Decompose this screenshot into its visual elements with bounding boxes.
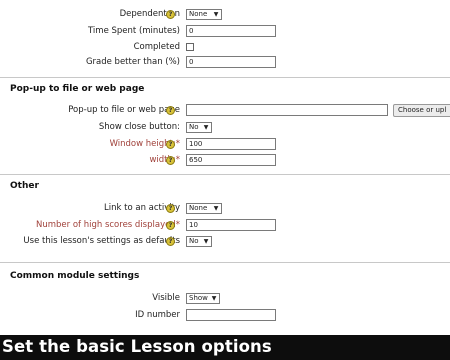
visible-value: Show	[189, 294, 208, 302]
chevron-down-icon: ▼	[213, 205, 219, 212]
use-defaults-row: Use this lesson's settings as defaults ?…	[0, 235, 450, 249]
high-scores-row: Number of high scores displayed* ? 10	[0, 219, 450, 233]
chevron-down-icon: ▼	[213, 11, 219, 18]
help-icon[interactable]: ?	[166, 140, 175, 149]
link-activity-row: Link to an activity ? None ▼	[0, 202, 450, 216]
use-defaults-label: Use this lesson's settings as defaults	[23, 236, 180, 246]
high-scores-input[interactable]: 10	[186, 219, 276, 231]
completed-checkbox[interactable]	[186, 43, 194, 51]
grade-better-than-row: Grade better than (%) 0	[0, 56, 450, 70]
show-close-select[interactable]: No ▼	[186, 122, 212, 133]
use-defaults-value: No	[189, 237, 199, 245]
visible-select[interactable]: Show ▼	[186, 293, 220, 304]
window-height-input[interactable]: 100	[186, 138, 276, 150]
section-divider	[0, 262, 450, 263]
popup-section-title: Pop-up to file or web page	[10, 84, 145, 94]
help-icon[interactable]: ?	[166, 106, 175, 115]
help-icon[interactable]: ?	[166, 10, 175, 19]
choose-upload-button[interactable]: Choose or upl	[393, 104, 450, 117]
time-spent-input[interactable]: 0	[186, 25, 276, 37]
popup-file-row: Pop-up to file or web page ? Choose or u…	[0, 104, 450, 118]
link-activity-value: None	[189, 204, 208, 212]
width-input[interactable]: 650	[186, 154, 276, 166]
popup-file-label: Pop-up to file or web page	[68, 105, 180, 115]
completed-label: Completed	[133, 42, 180, 52]
visible-label: Visible	[152, 293, 180, 303]
dependent-on-row: Dependent on ? None ▼	[0, 8, 450, 22]
width-label: width:*	[149, 155, 180, 165]
id-number-label: ID number	[135, 310, 180, 320]
grade-better-than-input[interactable]: 0	[186, 56, 276, 68]
show-close-value: No	[189, 123, 199, 131]
dependent-on-value: None	[189, 10, 208, 18]
video-caption: Set the basic Lesson options	[2, 337, 272, 356]
use-defaults-select[interactable]: No ▼	[186, 236, 212, 247]
popup-file-input[interactable]	[186, 104, 388, 116]
visible-row: Visible Show ▼	[0, 292, 450, 306]
window-height-row: Window height:* ? 100	[0, 138, 450, 152]
other-section-title: Other	[10, 181, 39, 191]
id-number-row: ID number	[0, 309, 450, 323]
section-divider	[0, 174, 450, 175]
id-number-input[interactable]	[186, 309, 276, 321]
width-row: width:* ? 650	[0, 154, 450, 168]
common-section-title: Common module settings	[10, 271, 140, 281]
time-spent-label: Time Spent (minutes)	[88, 26, 180, 36]
show-close-row: Show close button: No ▼	[0, 121, 450, 135]
chevron-down-icon: ▼	[211, 295, 217, 302]
chevron-down-icon: ▼	[203, 238, 209, 245]
moodle-lesson-settings-form: Dependent on ? None ▼ Time Spent (minute…	[0, 0, 450, 360]
time-spent-row: Time Spent (minutes) 0	[0, 25, 450, 39]
show-close-label: Show close button:	[98, 122, 180, 132]
dependent-on-select[interactable]: None ▼	[186, 9, 222, 20]
help-icon[interactable]: ?	[166, 237, 175, 246]
help-icon[interactable]: ?	[166, 221, 175, 230]
section-divider	[0, 77, 450, 78]
high-scores-label: Number of high scores displayed*	[35, 220, 180, 230]
grade-better-than-label: Grade better than (%)	[85, 57, 180, 67]
completed-row: Completed	[0, 41, 450, 55]
link-activity-select[interactable]: None ▼	[186, 203, 222, 214]
help-icon[interactable]: ?	[166, 156, 175, 165]
chevron-down-icon: ▼	[203, 124, 209, 131]
help-icon[interactable]: ?	[166, 204, 175, 213]
